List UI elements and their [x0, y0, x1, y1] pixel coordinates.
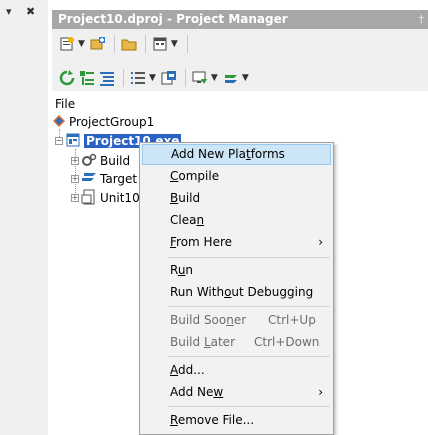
menu-separator: [168, 356, 330, 357]
menu-item-add-new-platforms[interactable]: Add New Platforms: [142, 144, 331, 165]
menu-item-add-new[interactable]: Add New ›: [142, 382, 331, 403]
new-item-dropdown-icon[interactable]: ▼: [78, 39, 85, 49]
toolbar-separator: [186, 35, 188, 53]
left-dock-strip: ▾ ✖: [0, 0, 48, 435]
target-platforms-icon: [81, 170, 97, 189]
submenu-arrow-icon: ›: [318, 235, 323, 249]
view-icon[interactable]: [151, 35, 169, 53]
list-icon[interactable]: [129, 69, 147, 87]
window-title: Project10.dproj - Project Manager: [58, 12, 288, 26]
expand-node-icon[interactable]: +: [71, 175, 79, 183]
toolbar-separator: [144, 35, 146, 53]
build-options-icon[interactable]: [222, 69, 240, 87]
project-manager-titlebar: Project10.dproj - Project Manager †: [52, 10, 428, 29]
menu-item-run-without-debugging[interactable]: Run Without Debugging: [142, 282, 331, 303]
new-item-icon[interactable]: [58, 35, 76, 53]
menu-item-from-here[interactable]: From Here ›: [142, 232, 331, 253]
build-config-icon: [81, 152, 97, 171]
view-dropdown-icon[interactable]: ▼: [171, 39, 178, 49]
menu-item-remove-file[interactable]: Remove File...: [142, 410, 331, 431]
project-icon: [65, 132, 81, 151]
toolbar-row-1: ▼ ▼: [58, 33, 193, 55]
pin-icon[interactable]: †: [419, 10, 425, 29]
expand-all-icon[interactable]: [78, 69, 96, 87]
dock-menu-dropdown-icon[interactable]: ▾: [6, 5, 12, 18]
toolbar-area: ▼ ▼ ▼ ▼ ▼: [52, 29, 428, 91]
target-label: Target: [100, 172, 138, 186]
tree-node-build[interactable]: + Build: [71, 152, 130, 170]
dock-close-icon[interactable]: ✖: [26, 5, 35, 18]
target-platform-dropdown-icon[interactable]: ▼: [211, 73, 218, 83]
toolbar-separator: [184, 69, 186, 87]
unit-label: Unit10: [100, 191, 140, 205]
project-group-icon: [52, 114, 66, 131]
menu-item-build[interactable]: Build: [142, 188, 331, 209]
menu-item-compile[interactable]: Compile: [142, 166, 331, 187]
tree-node-unit[interactable]: + Unit10: [71, 189, 140, 207]
shortcut-label: Ctrl+Down: [254, 335, 320, 349]
menu-item-build-sooner[interactable]: Build Sooner Ctrl+Up: [142, 310, 331, 331]
build-label: Build: [100, 154, 131, 168]
project-group-label: ProjectGroup1: [69, 115, 155, 129]
collapse-node-icon[interactable]: −: [55, 137, 63, 145]
expand-node-icon[interactable]: +: [71, 157, 79, 165]
add-to-project-icon[interactable]: [89, 35, 107, 53]
menu-item-clean[interactable]: Clean: [142, 210, 331, 231]
open-folder-icon[interactable]: [120, 35, 138, 53]
unit-file-icon: [81, 189, 97, 208]
build-options-dropdown-icon[interactable]: ▼: [242, 73, 249, 83]
menu-separator: [168, 306, 330, 307]
menu-item-build-later[interactable]: Build Later Ctrl+Down: [142, 332, 331, 353]
tree-node-project-group[interactable]: ProjectGroup1: [52, 113, 154, 131]
list-dropdown-icon[interactable]: ▼: [149, 73, 156, 83]
menu-separator: [168, 257, 330, 258]
collapse-all-icon[interactable]: [98, 69, 116, 87]
expand-node-icon[interactable]: +: [71, 194, 79, 202]
context-menu: Add New Platforms Compile Build Clean Fr…: [139, 142, 334, 435]
toolbar-separator: [113, 35, 115, 53]
toolbar-separator: [123, 69, 124, 87]
menu-separator: [168, 406, 330, 407]
target-platform-icon[interactable]: [191, 69, 209, 87]
build-config-icon[interactable]: [160, 69, 178, 87]
submenu-arrow-icon: ›: [318, 385, 323, 399]
menu-item-add[interactable]: Add...: [142, 360, 331, 381]
tree-column-header: File: [55, 97, 76, 111]
menu-item-run[interactable]: Run: [142, 260, 331, 281]
shortcut-label: Ctrl+Up: [268, 313, 316, 327]
tree-node-target[interactable]: + Target: [71, 170, 137, 188]
toolbar-row-2: ▼ ▼ ▼: [58, 67, 253, 89]
sync-icon[interactable]: [58, 69, 76, 87]
